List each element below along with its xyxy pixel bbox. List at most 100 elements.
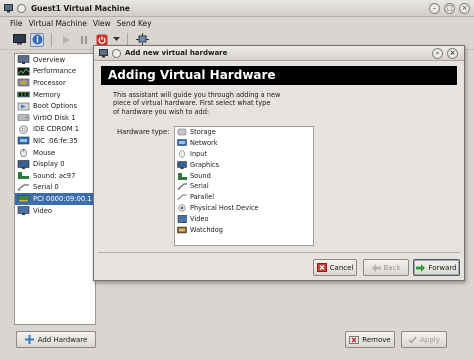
- check-icon: [408, 336, 417, 344]
- sidebar-item-label: Overview: [33, 55, 65, 64]
- hardware-icon-wrap: [177, 161, 187, 169]
- dialog-app-icon: [99, 48, 108, 57]
- menu-view[interactable]: View: [93, 19, 111, 28]
- menu-virtual-machine[interactable]: Virtual Machine: [29, 19, 87, 28]
- network-icon: [177, 139, 187, 146]
- dialog-close-icon[interactable]: ×: [447, 48, 458, 59]
- sidebar-item-overview[interactable]: Overview: [15, 54, 95, 66]
- hardware-type-label: Physical Host Device: [190, 203, 259, 212]
- serial-icon: [177, 183, 189, 191]
- sidebar-icon-wrap: [17, 183, 30, 192]
- dialog-separator: [98, 252, 460, 253]
- back-label: Back: [383, 263, 401, 272]
- window-title: Guest1 Virtual Machine: [31, 3, 130, 13]
- close-icon[interactable]: ×: [459, 3, 470, 14]
- sidebar-item-video[interactable]: Video: [15, 205, 95, 217]
- hardware-type-serial[interactable]: Serial: [175, 181, 313, 192]
- sidebar-item-processor[interactable]: Processor: [15, 77, 95, 89]
- hardware-type-label: Sound: [190, 171, 211, 180]
- sidebar-item-sound[interactable]: Sound: ac97: [15, 170, 95, 182]
- window-menu-circle-icon[interactable]: [17, 3, 26, 13]
- menu-bar: File Virtual Machine View Send Key: [0, 17, 474, 30]
- video-icon: [177, 214, 190, 224]
- sidebar-icon-wrap: [17, 136, 30, 145]
- hardware-icon-wrap: [177, 128, 187, 136]
- sidebar-item-boot-options[interactable]: Boot Options: [15, 100, 95, 112]
- sidebar-item-label: Processor: [33, 78, 66, 87]
- sidebar-item-mouse[interactable]: Mouse: [15, 147, 95, 159]
- processor-icon: [17, 79, 30, 87]
- menu-file[interactable]: File: [10, 19, 23, 28]
- sidebar-item-label: IDE CDROM 1: [33, 125, 80, 134]
- hardware-icon-wrap: [177, 214, 190, 224]
- back-button[interactable]: Back: [363, 259, 409, 276]
- hardware-icon-wrap: [177, 204, 187, 212]
- sidebar-item-display[interactable]: Display 0: [15, 158, 95, 170]
- power-icon: [96, 34, 108, 45]
- cdrom-icon: [19, 125, 28, 134]
- sidebar-item-label: Mouse: [33, 148, 56, 157]
- hardware-type-host-device[interactable]: Physical Host Device: [175, 203, 313, 214]
- hardware-icon-wrap: [177, 172, 189, 180]
- info-icon: [32, 34, 42, 45]
- hardware-type-input[interactable]: Input: [175, 149, 313, 160]
- hardware-icon-wrap: [177, 226, 187, 234]
- sidebar-icon-wrap: [17, 159, 30, 169]
- intro-line: of hardware you wish to add:: [113, 107, 210, 116]
- minimize-icon[interactable]: –: [429, 3, 440, 14]
- apply-button[interactable]: Apply: [401, 331, 447, 348]
- console-button[interactable]: [12, 33, 26, 47]
- sidebar-item-disk[interactable]: VirtIO Disk 1: [15, 112, 95, 124]
- sidebar-item-cdrom[interactable]: IDE CDROM 1: [15, 124, 95, 136]
- hardware-sidebar: Overview Performance Processor Memory Boot O…: [14, 53, 96, 325]
- dialog-title: Add new virtual hardware: [125, 49, 228, 57]
- add-hardware-dialog: Add new virtual hardware – × Adding Virt…: [93, 45, 465, 281]
- graphics-icon: [177, 161, 187, 169]
- sidebar-item-serial[interactable]: Serial 0: [15, 182, 95, 194]
- parallel-icon: [177, 194, 187, 201]
- remove-icon: [349, 335, 360, 344]
- sidebar-item-label: Sound: ac97: [33, 171, 76, 180]
- sidebar-item-performance[interactable]: Performance: [15, 66, 95, 78]
- hardware-type-watchdog[interactable]: Watchdog: [175, 224, 313, 235]
- sidebar-item-nic[interactable]: NIC :06:fe:35: [15, 135, 95, 147]
- disk-icon: [17, 114, 30, 122]
- pause-button[interactable]: [77, 33, 91, 47]
- sidebar-item-memory[interactable]: Memory: [15, 89, 95, 101]
- toolbar-separator: [51, 32, 52, 47]
- sidebar-item-label: Video: [33, 206, 53, 215]
- sidebar-icon-wrap: [17, 78, 30, 87]
- hardware-type-video[interactable]: Video: [175, 213, 313, 224]
- sidebar-icon-wrap: [17, 194, 30, 203]
- maximize-icon[interactable]: □: [444, 3, 455, 14]
- hardware-type-list[interactable]: Storage Network Input Graphics Sound Serial Pa…: [174, 126, 314, 246]
- hardware-type-parallel[interactable]: Parallel: [175, 192, 313, 203]
- arrow-left-icon: [371, 263, 381, 272]
- cancel-button[interactable]: Cancel: [313, 259, 357, 276]
- run-button[interactable]: [59, 33, 73, 47]
- remove-button[interactable]: Remove: [345, 331, 395, 348]
- dialog-minimize-icon[interactable]: –: [432, 48, 443, 59]
- sidebar-icon-wrap: [17, 102, 30, 111]
- hardware-type-storage[interactable]: Storage: [175, 127, 313, 138]
- performance-icon: [17, 67, 30, 76]
- cancel-label: Cancel: [329, 263, 354, 272]
- video-icon: [17, 206, 30, 216]
- add-hardware-button[interactable]: Add Hardware: [16, 331, 96, 348]
- hardware-type-sound[interactable]: Sound: [175, 170, 313, 181]
- hardware-type-graphics[interactable]: Graphics: [175, 159, 313, 170]
- forward-label: Forward: [428, 263, 457, 272]
- hardware-icon-wrap: [177, 150, 187, 158]
- sidebar-item-pci[interactable]: PCI 0000:09:00.1: [15, 193, 95, 205]
- sidebar-item-label: Memory: [33, 90, 61, 99]
- menu-send-key[interactable]: Send Key: [117, 19, 152, 28]
- sidebar-item-label: PCI 0000:09:00.1: [33, 194, 92, 203]
- details-button[interactable]: [30, 32, 44, 47]
- forward-button[interactable]: Forward: [413, 259, 460, 276]
- sidebar-icon-wrap: [17, 113, 30, 122]
- hardware-type-network[interactable]: Network: [175, 138, 313, 149]
- hardware-icon-wrap: [177, 193, 187, 201]
- hardware-type-label: Input: [190, 149, 208, 158]
- dialog-menu-circle-icon[interactable]: [112, 48, 121, 58]
- hardware-type-label: Graphics: [190, 160, 220, 169]
